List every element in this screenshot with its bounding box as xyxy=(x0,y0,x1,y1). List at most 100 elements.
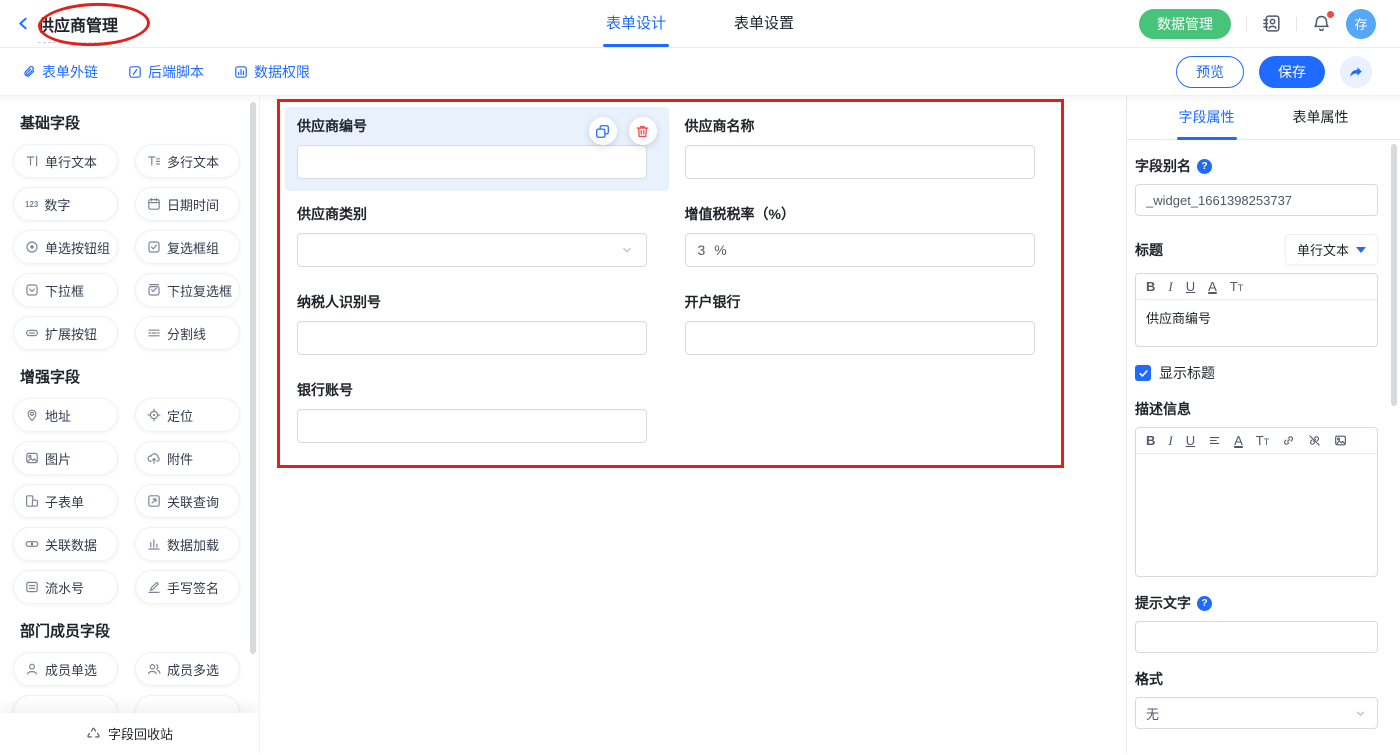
tab-form-settings[interactable]: 表单设置 xyxy=(734,0,794,47)
data-manage-button[interactable]: 数据管理 xyxy=(1139,9,1231,39)
delete-field-button[interactable] xyxy=(629,117,657,145)
field-label: 供应商类别 xyxy=(297,204,657,224)
datetime-icon xyxy=(147,197,161,211)
sidebar-item[interactable]: 单行文本 xyxy=(13,144,118,178)
field-recycle-bin[interactable]: 字段回收站 xyxy=(0,713,259,753)
tab-form-properties[interactable]: 表单属性 xyxy=(1293,96,1349,139)
align-icon[interactable] xyxy=(1208,434,1221,447)
form-title[interactable]: 供应商管理 xyxy=(38,12,118,36)
bold-icon[interactable]: B xyxy=(1146,280,1155,293)
sidebar-item[interactable]: 日期时间 xyxy=(135,187,240,221)
font-color-icon[interactable]: A xyxy=(1234,434,1243,447)
sidebar-item[interactable]: 子表单 xyxy=(13,484,118,518)
sidebar-item[interactable]: 单选按钮组 xyxy=(13,230,118,264)
sidebar-item[interactable]: 成员多选 xyxy=(135,652,240,686)
title-editor: BI UA TT 供应商编号 xyxy=(1135,273,1378,347)
sidebar-item-label: 下拉框 xyxy=(45,281,84,300)
description-editor-toolbar: BI U A TT xyxy=(1136,428,1377,454)
title-editor-content[interactable]: 供应商编号 xyxy=(1136,300,1377,346)
sidebar-item[interactable]: 手写签名 xyxy=(135,570,240,604)
insert-image-icon[interactable] xyxy=(1334,434,1347,447)
placeholder-input[interactable] xyxy=(1135,621,1378,653)
font-color-icon[interactable]: A xyxy=(1208,280,1217,293)
sidebar-item[interactable]: 图片 xyxy=(13,441,118,475)
sidebar-item-label: 日期时间 xyxy=(167,195,219,214)
sidebar-item[interactable]: 扩展按钮 xyxy=(13,316,118,350)
sidebar-pill-grid: 地址定位图片附件子表单关联查询关联数据 数据加载流水号 手写签名 xyxy=(13,398,259,604)
sidebar-item[interactable]: 关联查询 xyxy=(135,484,240,518)
properties-tabs: 字段属性 表单属性 xyxy=(1127,96,1400,140)
script-icon xyxy=(128,65,142,79)
underline-icon[interactable]: U xyxy=(1186,434,1195,447)
form-field[interactable]: 增值税税率（%）3% xyxy=(673,195,1057,279)
form-field[interactable]: 供应商名称 xyxy=(673,107,1057,191)
field-input[interactable] xyxy=(297,321,647,355)
alias-label-row: 字段别名 ? xyxy=(1135,156,1378,176)
tab-form-design[interactable]: 表单设计 xyxy=(606,0,666,47)
save-button[interactable]: 保存 xyxy=(1259,56,1325,88)
underline-icon[interactable]: U xyxy=(1186,280,1195,293)
format-value: 无 xyxy=(1146,704,1159,723)
italic-icon[interactable]: I xyxy=(1168,280,1172,293)
field-label: 供应商名称 xyxy=(685,116,1045,136)
tab-field-properties[interactable]: 字段属性 xyxy=(1179,96,1235,139)
description-editor-content[interactable] xyxy=(1136,454,1377,576)
sidebar-item[interactable]: 分割线 xyxy=(135,316,240,350)
sidebar-item-label: 关联数据 xyxy=(45,535,97,554)
toolbar-link[interactable]: 表单外链 xyxy=(22,62,98,82)
sidebar-item[interactable]: 下拉复选框 xyxy=(135,273,240,307)
number-icon: 123 xyxy=(25,200,38,209)
copy-field-button[interactable] xyxy=(589,117,617,145)
sidebar-item[interactable]: 123 数字 xyxy=(13,187,118,221)
format-select[interactable]: 无 xyxy=(1135,697,1378,729)
bold-icon[interactable]: B xyxy=(1146,434,1155,447)
toolbar-link[interactable]: 后端脚本 xyxy=(128,62,204,82)
help-icon[interactable]: ? xyxy=(1197,159,1212,174)
sidebar-item[interactable]: 下拉框 xyxy=(13,273,118,307)
sidebar-item[interactable]: 成员单选 xyxy=(13,652,118,686)
sidebar-item-label: 流水号 xyxy=(45,578,84,597)
sidebar-item[interactable]: 多行文本 xyxy=(135,144,240,178)
toolbar-link[interactable]: 数据权限 xyxy=(234,62,310,82)
preview-button[interactable]: 预览 xyxy=(1176,56,1244,88)
form-field[interactable]: 开户银行 xyxy=(673,283,1057,367)
title-label-row: 标题 单行文本 xyxy=(1135,234,1378,265)
sidebar-item[interactable]: 关联数据 xyxy=(13,527,118,561)
member-single-icon xyxy=(25,662,39,676)
sidebar-item[interactable]: 附件 xyxy=(135,441,240,475)
form-field[interactable]: 供应商类别 xyxy=(285,195,669,279)
widget-type-select[interactable]: 单行文本 xyxy=(1285,234,1378,265)
notification-bell-icon[interactable] xyxy=(1312,14,1331,33)
form-field[interactable]: 纳税人识别号 xyxy=(285,283,669,367)
sidebar-item[interactable]: 复选框组 xyxy=(135,230,240,264)
single-line-text-icon xyxy=(25,154,39,168)
sidebar-item[interactable]: 定位 xyxy=(135,398,240,432)
font-size-icon[interactable]: TT xyxy=(1256,434,1269,447)
hyperlink-icon[interactable] xyxy=(1282,434,1295,447)
sidebar-item[interactable]: 数据加载 xyxy=(135,527,240,561)
unlink-icon[interactable] xyxy=(1308,434,1321,447)
share-button[interactable] xyxy=(1340,56,1372,88)
field-input[interactable]: 3% xyxy=(685,233,1035,267)
back-button[interactable] xyxy=(16,16,31,31)
sidebar-item-label: 数字 xyxy=(44,195,70,214)
field-input[interactable] xyxy=(297,145,647,179)
alias-input[interactable] xyxy=(1135,184,1378,216)
form-field[interactable]: 供应商编号 xyxy=(285,107,669,191)
form-field[interactable]: 银行账号 xyxy=(285,371,669,455)
sidebar-item[interactable]: 流水号 xyxy=(13,570,118,604)
address-book-icon[interactable] xyxy=(1262,14,1281,33)
sidebar-scrollbar-thumb[interactable] xyxy=(250,102,256,654)
help-icon[interactable]: ? xyxy=(1197,596,1212,611)
user-avatar[interactable]: 存 xyxy=(1346,9,1376,39)
italic-icon[interactable]: I xyxy=(1168,434,1172,447)
field-select[interactable] xyxy=(297,233,647,267)
panel-scrollbar-thumb[interactable] xyxy=(1391,144,1397,406)
field-input[interactable] xyxy=(685,321,1035,355)
field-input[interactable] xyxy=(297,409,647,443)
sidebar-item[interactable]: 地址 xyxy=(13,398,118,432)
sidebar-item-label: 单行文本 xyxy=(45,152,97,171)
show-title-checkbox[interactable] xyxy=(1135,365,1151,381)
font-size-icon[interactable]: TT xyxy=(1230,280,1243,293)
field-input[interactable] xyxy=(685,145,1035,179)
